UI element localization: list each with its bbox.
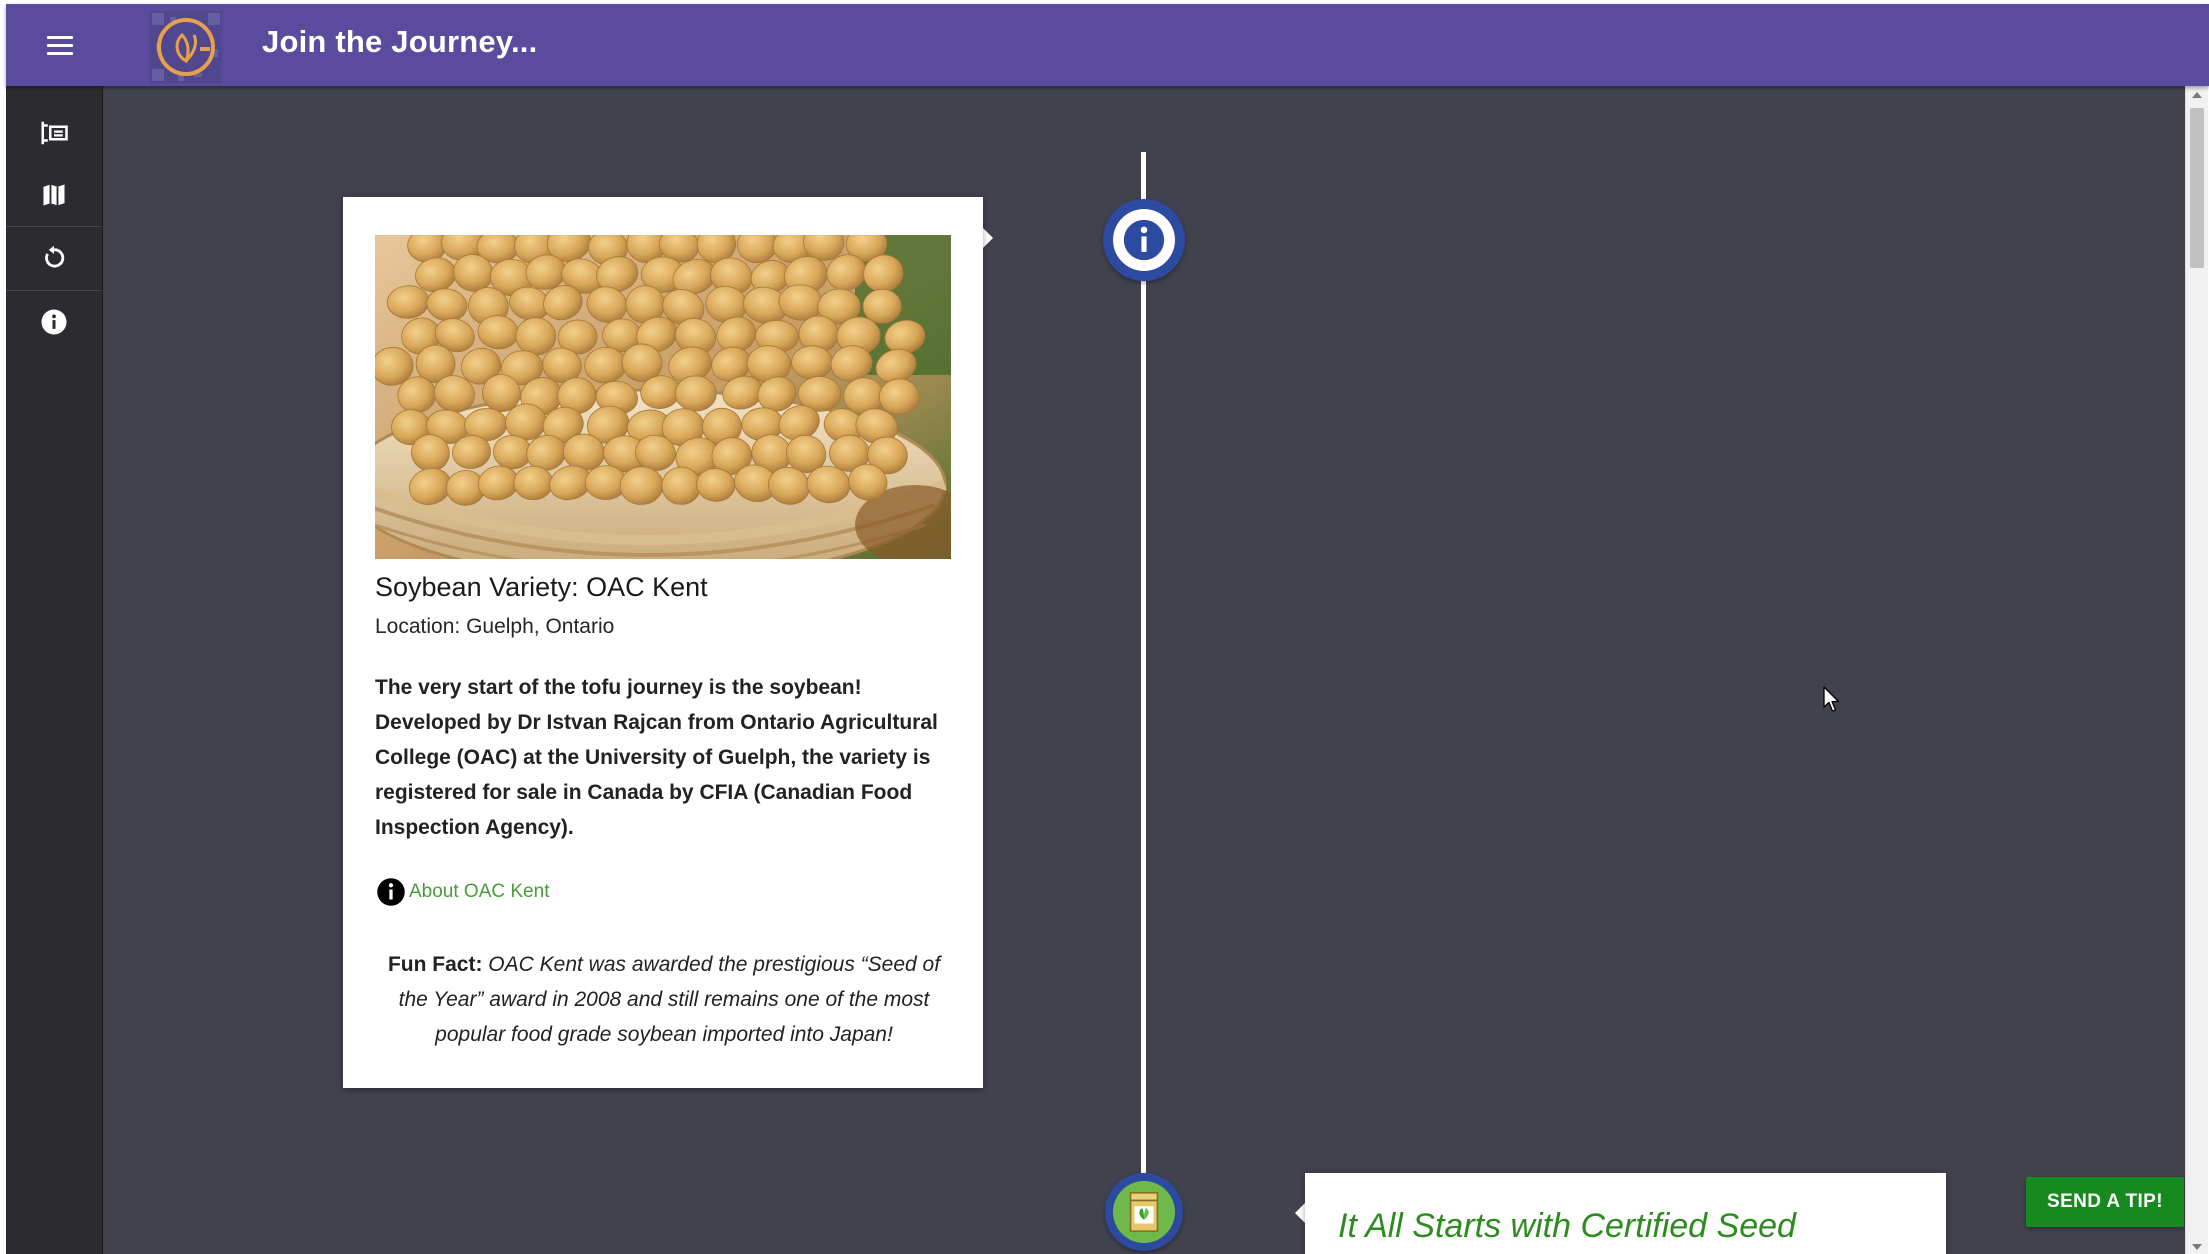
timeline-card-certified-seed: It All Starts with Certified Seed bbox=[1305, 1173, 1946, 1254]
seed-bag-icon bbox=[1129, 1192, 1159, 1232]
fun-fact: Fun Fact: OAC Kent was awarded the prest… bbox=[375, 947, 953, 1052]
page-title: Join the Journey... bbox=[262, 24, 538, 59]
sidebar-item-timeline[interactable] bbox=[6, 102, 102, 164]
about-oac-kent-link[interactable]: About OAC Kent bbox=[376, 877, 549, 907]
restart-icon bbox=[45, 245, 65, 268]
menu-icon[interactable] bbox=[44, 32, 76, 60]
about-link-label[interactable]: About OAC Kent bbox=[409, 881, 549, 903]
mouse-cursor-icon bbox=[1823, 686, 1840, 712]
info-icon bbox=[1123, 219, 1165, 261]
soybean-photo bbox=[375, 235, 951, 559]
card2-title: It All Starts with Certified Seed bbox=[1338, 1207, 1796, 1245]
timeline-card-oac-kent: Soybean Variety: OAC Kent Location: Guel… bbox=[343, 197, 983, 1088]
scrollbar[interactable] bbox=[2185, 86, 2208, 1254]
timeline-node-seed[interactable] bbox=[1105, 1173, 1183, 1251]
scroll-thumb[interactable] bbox=[2190, 108, 2204, 268]
card-description: The very start of the tofu journey is th… bbox=[375, 676, 938, 839]
sidebar bbox=[6, 86, 103, 1254]
scroll-down-arrow[interactable] bbox=[2192, 1244, 2202, 1250]
send-tip-button[interactable]: SEND A TIP! bbox=[2026, 1177, 2184, 1227]
timeline-node-info[interactable] bbox=[1103, 199, 1185, 281]
scroll-up-arrow[interactable] bbox=[2192, 92, 2202, 98]
info-icon bbox=[377, 878, 405, 906]
timeline-list-icon bbox=[41, 121, 68, 145]
timeline-line bbox=[1141, 152, 1146, 1182]
sidebar-item-info[interactable] bbox=[6, 290, 102, 353]
app-bar: Join the Journey... bbox=[6, 4, 2209, 86]
card-pointer bbox=[1295, 1203, 1305, 1223]
info-icon bbox=[41, 309, 67, 335]
logo-icon bbox=[148, 9, 224, 85]
map-icon bbox=[43, 184, 65, 206]
card-location: Location: Guelph, Ontario bbox=[375, 615, 615, 638]
card-pointer bbox=[983, 228, 993, 248]
card-title: Soybean Variety: OAC Kent bbox=[375, 572, 708, 602]
fun-fact-label: Fun Fact: bbox=[387, 953, 483, 976]
sidebar-item-restart[interactable] bbox=[6, 226, 102, 289]
app-window: Join the Journey... Soybean Variety: OAC… bbox=[0, 0, 2209, 1254]
sidebar-item-map[interactable] bbox=[6, 164, 102, 226]
